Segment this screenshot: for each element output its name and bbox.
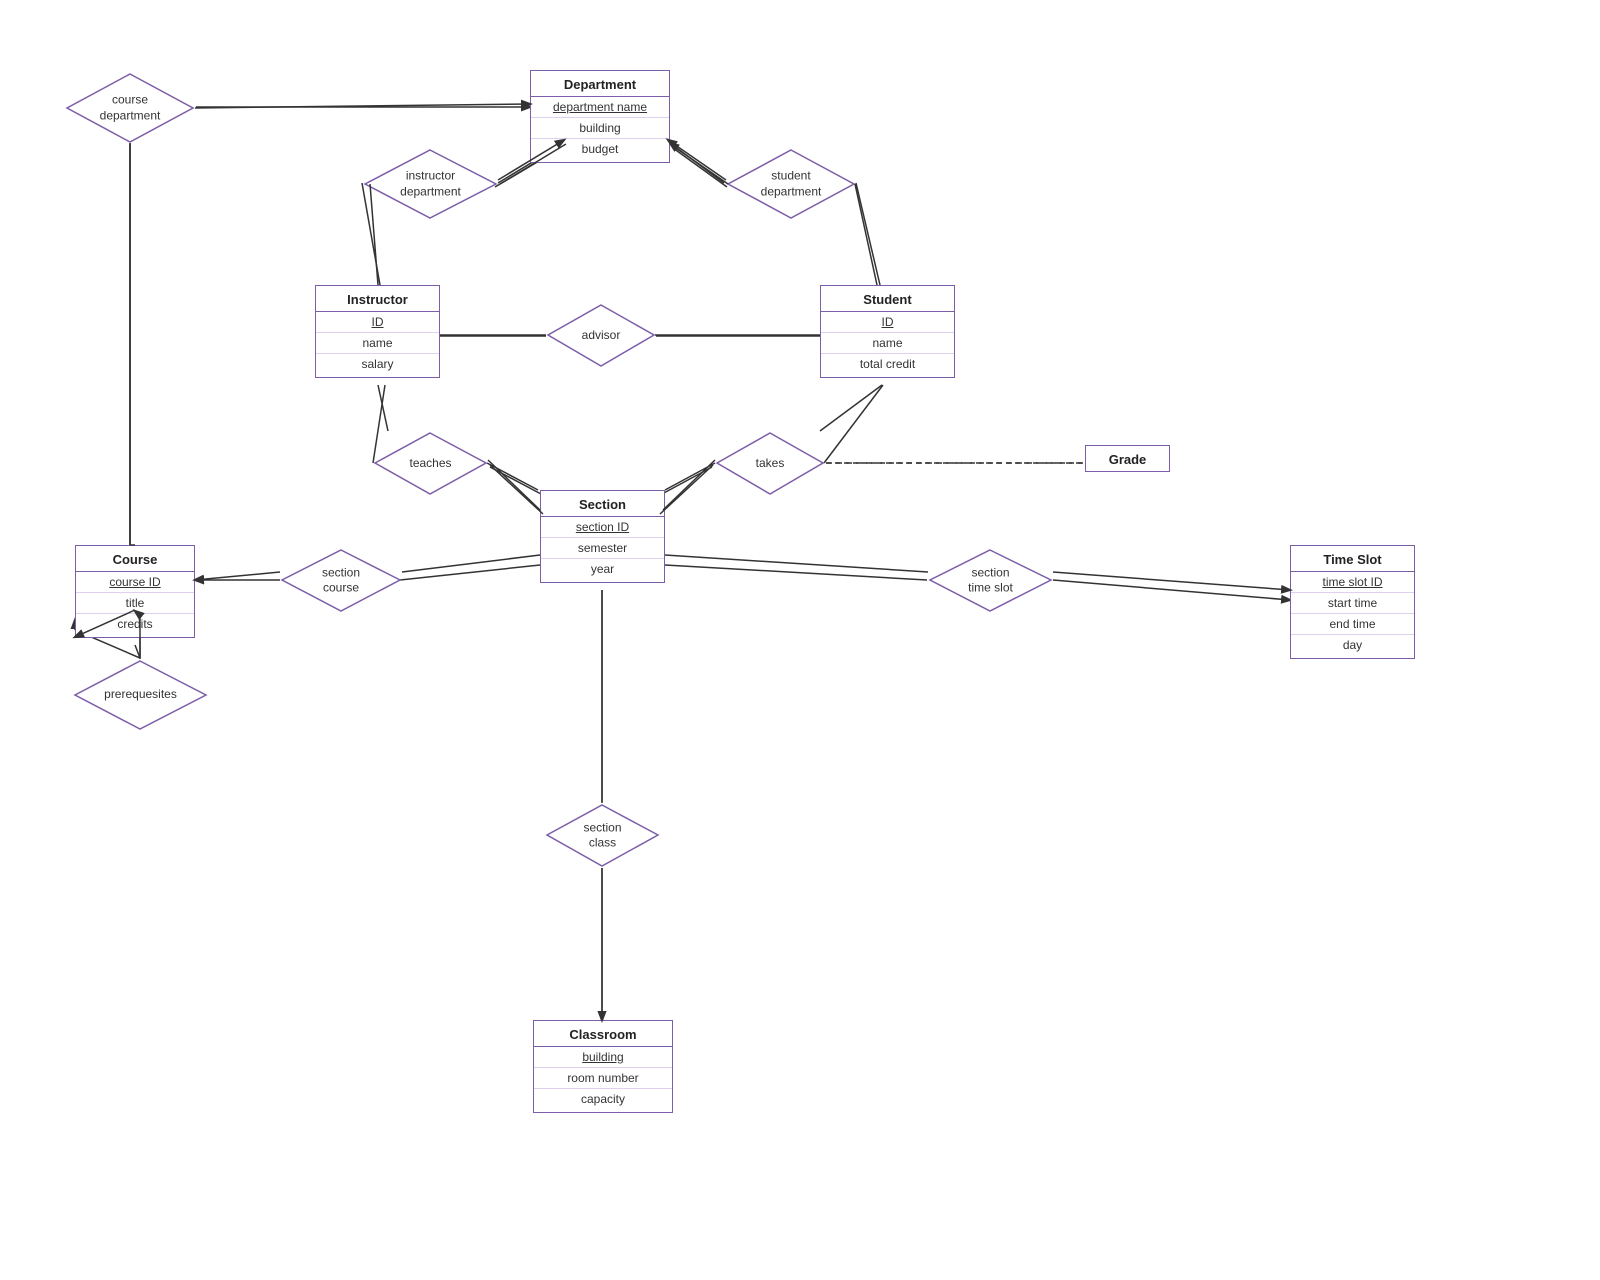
student-attr-name: name — [821, 333, 954, 354]
section-attr-id: section ID — [541, 517, 664, 538]
department-entity: Department department name building budg… — [530, 70, 670, 163]
section-course-diamond: sectioncourse — [280, 548, 402, 613]
grade-entity: Grade — [1085, 445, 1170, 472]
course-title: Course — [76, 546, 194, 572]
takes-diamond: takes — [715, 431, 825, 496]
timeslot-attr-end: end time — [1291, 614, 1414, 635]
section-attr-semester: semester — [541, 538, 664, 559]
timeslot-title: Time Slot — [1291, 546, 1414, 572]
classroom-attr-building: building — [534, 1047, 672, 1068]
course-department-diamond: coursedepartment — [65, 72, 195, 144]
section-attr-year: year — [541, 559, 664, 582]
course-attr-title: title — [76, 593, 194, 614]
instructor-attr-id: ID — [316, 312, 439, 333]
classroom-title: Classroom — [534, 1021, 672, 1047]
classroom-entity: Classroom building room number capacity — [533, 1020, 673, 1113]
classroom-attr-capacity: capacity — [534, 1089, 672, 1112]
section-timeslot-diamond: sectiontime slot — [928, 548, 1053, 613]
course-entity: Course course ID title credits — [75, 545, 195, 638]
instructor-attr-salary: salary — [316, 354, 439, 377]
student-attr-id: ID — [821, 312, 954, 333]
department-attr-name: department name — [531, 97, 669, 118]
section-class-diamond: sectionclass — [545, 803, 660, 868]
student-attr-total-credit: total credit — [821, 354, 954, 377]
prerequesites-diamond: prerequesites — [73, 659, 208, 731]
timeslot-attr-id: time slot ID — [1291, 572, 1414, 593]
timeslot-attr-start: start time — [1291, 593, 1414, 614]
teaches-diamond: teaches — [373, 431, 488, 496]
grade-title: Grade — [1086, 446, 1169, 471]
instructor-title: Instructor — [316, 286, 439, 312]
timeslot-entity: Time Slot time slot ID start time end ti… — [1290, 545, 1415, 659]
advisor-diamond: advisor — [546, 303, 656, 368]
course-attr-id: course ID — [76, 572, 194, 593]
department-title: Department — [531, 71, 669, 97]
student-entity: Student ID name total credit — [820, 285, 955, 378]
classroom-attr-room: room number — [534, 1068, 672, 1089]
instructor-entity: Instructor ID name salary — [315, 285, 440, 378]
section-title: Section — [541, 491, 664, 517]
instructor-department-diamond: instructordepartment — [363, 148, 498, 220]
department-attr-budget: budget — [531, 139, 669, 162]
timeslot-attr-day: day — [1291, 635, 1414, 658]
student-department-diamond: studentdepartment — [726, 148, 856, 220]
department-attr-building: building — [531, 118, 669, 139]
student-title: Student — [821, 286, 954, 312]
course-attr-credits: credits — [76, 614, 194, 637]
instructor-attr-name: name — [316, 333, 439, 354]
section-entity: Section section ID semester year — [540, 490, 665, 583]
